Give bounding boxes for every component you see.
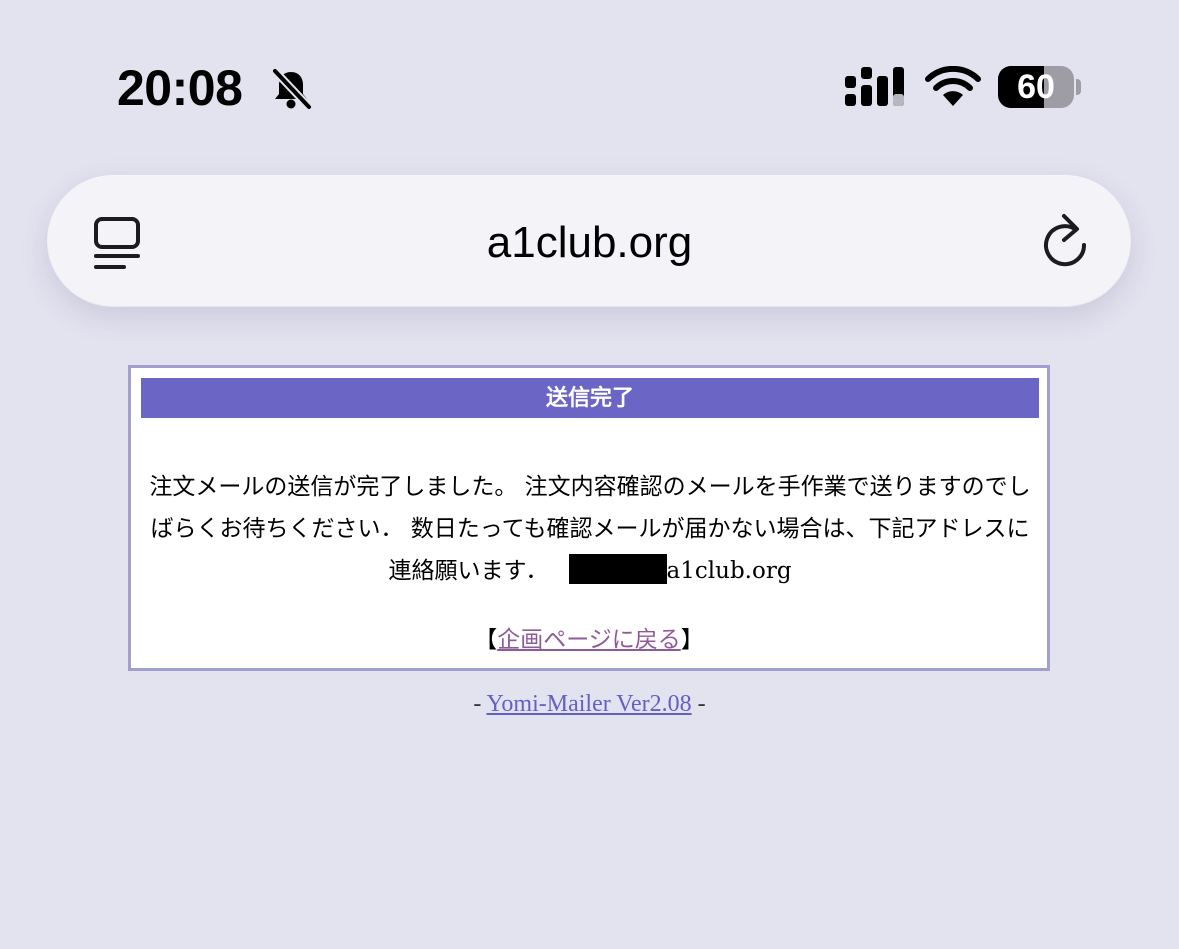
panel-header: 送信完了 — [141, 378, 1039, 418]
back-link-line: 【企画ページに戻る】 — [131, 620, 1047, 660]
battery-indicator: 60 — [998, 66, 1074, 108]
footer-suffix: - — [691, 691, 706, 717]
bracket-close: 】 — [680, 627, 704, 653]
reader-mode-icon[interactable] — [92, 214, 144, 272]
address-url[interactable]: a1club.org — [300, 214, 879, 272]
footer: - Yomi-Mailer Ver2.08 - — [0, 688, 1179, 720]
redacted-email-block — [568, 554, 667, 584]
battery-level: 60 — [1017, 68, 1055, 106]
wifi-icon — [925, 66, 981, 106]
completion-message: 注文メールの送信が完了しました。 注文内容確認のメールを手作業で送りますのでしば… — [145, 466, 1035, 592]
cellular-signal-icon — [845, 67, 904, 106]
yomi-mailer-link[interactable]: Yomi-Mailer Ver2.08 — [486, 691, 691, 717]
email-domain: a1club.org — [666, 558, 792, 584]
battery-tip — [1076, 79, 1081, 95]
footer-prefix: - — [473, 691, 487, 717]
bell-slash-icon — [271, 67, 313, 111]
status-time: 20:08 — [117, 60, 243, 116]
bracket-open: 【 — [474, 627, 498, 653]
back-to-page-link[interactable]: 企画ページに戻る — [497, 627, 681, 653]
reload-icon[interactable] — [1038, 212, 1092, 270]
result-panel: 送信完了 注文メールの送信が完了しました。 注文内容確認のメールを手作業で送りま… — [128, 365, 1050, 671]
